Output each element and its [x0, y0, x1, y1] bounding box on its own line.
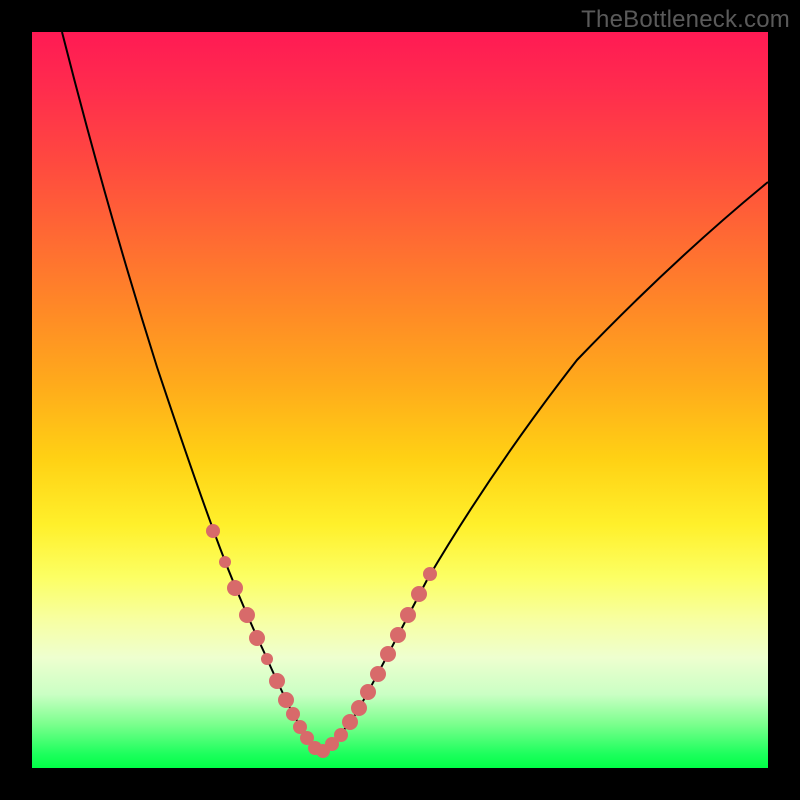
data-marker	[360, 684, 376, 700]
data-marker	[411, 586, 427, 602]
plot-area	[32, 32, 768, 768]
watermark-text: TheBottleneck.com	[581, 6, 790, 34]
data-marker	[261, 653, 273, 665]
data-marker	[370, 666, 386, 682]
data-marker	[278, 692, 294, 708]
data-marker	[206, 524, 220, 538]
data-marker	[269, 673, 285, 689]
data-marker	[334, 728, 348, 742]
data-marker	[342, 714, 358, 730]
curve-right-branch	[318, 182, 768, 753]
data-marker	[239, 607, 255, 623]
curve-layer	[32, 32, 768, 768]
data-marker	[219, 556, 231, 568]
data-marker	[400, 607, 416, 623]
data-marker	[249, 630, 265, 646]
curve-left-branch	[62, 32, 318, 753]
data-marker	[351, 700, 367, 716]
data-marker	[390, 627, 406, 643]
data-marker	[227, 580, 243, 596]
marker-group	[206, 524, 437, 758]
data-marker	[286, 707, 300, 721]
data-marker	[423, 567, 437, 581]
data-marker	[380, 646, 396, 662]
chart-container: TheBottleneck.com	[0, 0, 800, 800]
